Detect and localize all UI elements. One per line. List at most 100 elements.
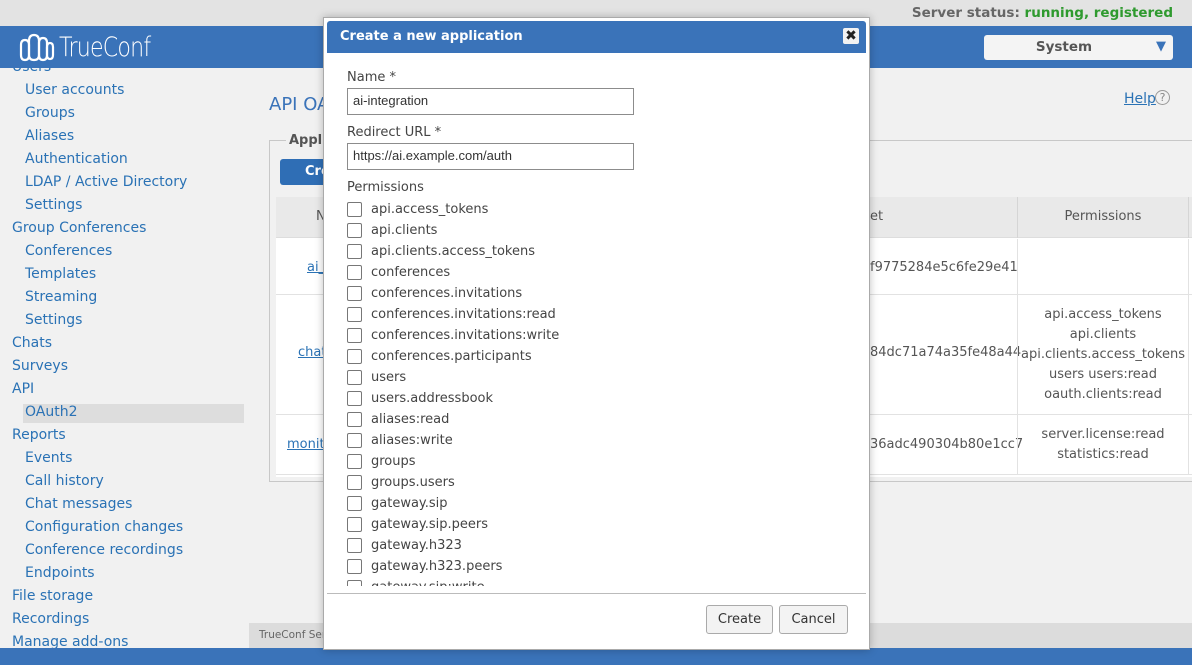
- permission-checkbox[interactable]: [347, 391, 362, 406]
- permission-option-label: users: [371, 370, 407, 385]
- sidebar-item-recordings[interactable]: Recordings: [12, 611, 89, 627]
- sidebar-item-groups[interactable]: Groups: [25, 105, 75, 121]
- permission-option[interactable]: groups.users: [347, 472, 455, 493]
- sidebar-item-manage-add-ons[interactable]: Manage add-ons: [12, 634, 128, 648]
- sidebar-item-surveys[interactable]: Surveys: [12, 358, 68, 374]
- sidebar-item-endpoints[interactable]: Endpoints: [25, 565, 95, 581]
- app-secret: 84dc71a74a35fe48a44: [870, 345, 1022, 360]
- name-label: Name *: [347, 70, 396, 85]
- permission-checkbox[interactable]: [347, 370, 362, 385]
- sidebar-item-file-storage[interactable]: File storage: [12, 588, 93, 604]
- sidebar-item-chats[interactable]: Chats: [12, 335, 52, 351]
- permission-option[interactable]: conferences: [347, 262, 450, 283]
- permission-checkbox[interactable]: [347, 265, 362, 280]
- app-permissions: [1017, 239, 1189, 295]
- permission-checkbox[interactable]: [347, 412, 362, 427]
- sidebar-item-authentication[interactable]: Authentication: [25, 151, 128, 167]
- permission-checkbox[interactable]: [347, 328, 362, 343]
- help-icon[interactable]: ?: [1155, 90, 1170, 105]
- bottom-band: [0, 648, 1192, 665]
- system-select[interactable]: System ▼: [984, 35, 1173, 60]
- column-permissions-header[interactable]: Permissions: [1017, 197, 1189, 238]
- create-application-dialog: Create a new application ✖ Name * ai-int…: [323, 17, 870, 650]
- permission-option[interactable]: gateway.h323: [347, 535, 462, 556]
- permission-option[interactable]: groups: [347, 451, 416, 472]
- permission-option[interactable]: api.clients: [347, 220, 437, 241]
- sidebar-item-settings[interactable]: Settings: [25, 312, 82, 328]
- cancel-button[interactable]: Cancel: [779, 605, 848, 634]
- sidebar-item-settings[interactable]: Settings: [25, 197, 82, 213]
- sidebar-item-oauth2[interactable]: OAuth2: [23, 404, 244, 423]
- close-icon[interactable]: ✖: [843, 28, 859, 44]
- permission-option[interactable]: gateway.sip: [347, 493, 448, 514]
- permission-checkbox[interactable]: [347, 202, 362, 217]
- name-field[interactable]: ai-integration: [347, 88, 634, 115]
- permission-option[interactable]: gateway.h323.peers: [347, 556, 502, 577]
- app-name-link[interactable]: monit: [287, 437, 325, 452]
- dialog-title: Create a new application: [340, 29, 523, 44]
- permission-checkbox[interactable]: [347, 517, 362, 532]
- redirect-url-label: Redirect URL *: [347, 125, 442, 140]
- sidebar-item-api[interactable]: API: [12, 381, 34, 397]
- help-link[interactable]: Help: [1124, 91, 1156, 107]
- permission-checkbox[interactable]: [347, 496, 362, 511]
- permission-checkbox[interactable]: [347, 349, 362, 364]
- permission-checkbox[interactable]: [347, 580, 362, 586]
- permission-option[interactable]: conferences.invitations:write: [347, 325, 559, 346]
- permission-option[interactable]: api.access_tokens: [347, 199, 488, 220]
- sidebar-item-group-conferences[interactable]: Group Conferences: [12, 220, 146, 236]
- server-status-value: running, registered: [1024, 5, 1173, 21]
- sidebar-item-streaming[interactable]: Streaming: [25, 289, 97, 305]
- server-status-label: Server status:: [911, 5, 1020, 21]
- sidebar-item-reports[interactable]: Reports: [12, 427, 66, 443]
- logo-text: TrueConf: [59, 31, 151, 63]
- permission-option[interactable]: aliases:write: [347, 430, 453, 451]
- permission-checkbox[interactable]: [347, 433, 362, 448]
- permission-checkbox[interactable]: [347, 286, 362, 301]
- permission-option[interactable]: aliases:read: [347, 409, 449, 430]
- permission-checkbox[interactable]: [347, 244, 362, 259]
- sidebar-item-conferences[interactable]: Conferences: [25, 243, 112, 259]
- create-button[interactable]: Create: [706, 605, 773, 634]
- permission-option-label: aliases:write: [371, 433, 453, 448]
- permission-text: statistics:read: [1057, 447, 1149, 462]
- permission-checkbox[interactable]: [347, 454, 362, 469]
- permission-checkbox[interactable]: [347, 223, 362, 238]
- permission-checkbox[interactable]: [347, 559, 362, 574]
- permission-checkbox[interactable]: [347, 475, 362, 490]
- permission-checkbox[interactable]: [347, 538, 362, 553]
- permission-option[interactable]: conferences.invitations:read: [347, 304, 556, 325]
- permission-option[interactable]: gateway.sip:write: [347, 577, 485, 586]
- permission-option-label: groups: [371, 454, 416, 469]
- permission-option-label: conferences.invitations: [371, 286, 523, 301]
- permission-option[interactable]: conferences.participants: [347, 346, 532, 367]
- trueconf-logo-icon: [19, 33, 55, 62]
- permission-option[interactable]: users.addressbook: [347, 388, 493, 409]
- sidebar-item-events[interactable]: Events: [25, 450, 72, 466]
- permission-option[interactable]: conferences.invitations: [347, 283, 522, 304]
- column-secret-header[interactable]: et: [870, 209, 883, 224]
- dialog-titlebar: Create a new application ✖: [327, 21, 866, 53]
- sidebar-item-aliases[interactable]: Aliases: [25, 128, 74, 144]
- sidebar-item-conference-recordings[interactable]: Conference recordings: [25, 542, 183, 558]
- permission-option[interactable]: api.clients.access_tokens: [347, 241, 535, 262]
- sidebar-item-ldap-active-directory[interactable]: LDAP / Active Directory: [25, 174, 187, 190]
- sidebar-item-configuration-changes[interactable]: Configuration changes: [25, 519, 183, 535]
- page-title: API OA: [269, 94, 330, 115]
- permission-option[interactable]: users: [347, 367, 406, 388]
- sidebar-item-chat-messages[interactable]: Chat messages: [25, 496, 132, 512]
- sidebar-item-users[interactable]: Users: [12, 68, 51, 75]
- permission-option-label: conferences.invitations:write: [371, 328, 560, 343]
- sidebar-item-user-accounts[interactable]: User accounts: [25, 82, 124, 98]
- sidebar-item-templates[interactable]: Templates: [25, 266, 96, 282]
- logo[interactable]: TrueConf: [17, 30, 170, 64]
- redirect-url-field[interactable]: https://ai.example.com/auth: [347, 143, 634, 170]
- footer-text: TrueConf Serv: [259, 629, 333, 641]
- permission-option-label: conferences: [371, 265, 451, 280]
- permission-checkbox[interactable]: [347, 307, 362, 322]
- permission-text: users users:read: [1048, 367, 1158, 382]
- permissions-list[interactable]: api.access_tokens api.clients api.clients.…: [347, 199, 847, 586]
- sidebar-item-call-history[interactable]: Call history: [25, 473, 104, 489]
- permission-option[interactable]: gateway.sip.peers: [347, 514, 488, 535]
- permission-text: api.clients: [1069, 327, 1137, 342]
